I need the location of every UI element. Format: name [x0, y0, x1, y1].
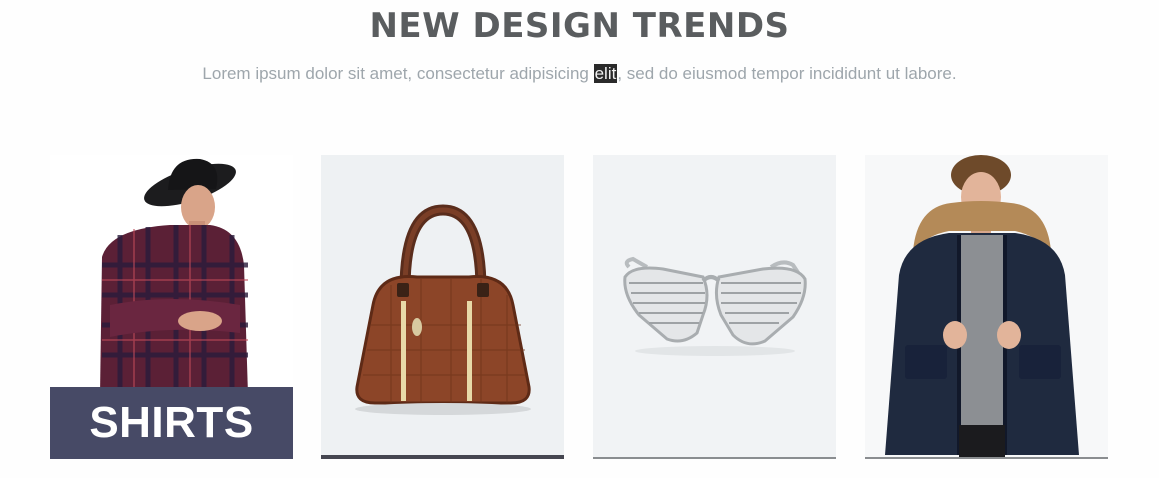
selected-text[interactable]: elit — [593, 64, 618, 83]
trends-section: NEW DESIGN TRENDS Lorem ipsum dolor sit … — [0, 0, 1159, 478]
man-in-navy-parka-jacket-image — [885, 155, 1079, 459]
subtitle-text-start: Lorem ipsum dolor sit amet, consectetur … — [202, 64, 594, 83]
section-title: NEW DESIGN TRENDS — [369, 6, 790, 46]
subtitle-text-end: , sed do eiusmod tempor incididunt ut la… — [617, 64, 957, 83]
product-card-shirts[interactable]: SHIRTS — [50, 155, 293, 459]
shutter-shades-sunglasses-image — [623, 256, 807, 356]
product-card-handbag[interactable] — [321, 155, 564, 459]
product-card-sunglasses[interactable] — [593, 155, 836, 459]
category-label[interactable]: SHIRTS — [50, 387, 293, 459]
product-card-jacket[interactable] — [865, 155, 1108, 459]
card-underline — [321, 455, 564, 459]
category-label-text: SHIRTS — [89, 398, 254, 447]
brown-leather-handbag-image — [355, 204, 531, 415]
card-underline — [865, 457, 1108, 459]
card-underline — [593, 457, 836, 459]
section-subtitle: Lorem ipsum dolor sit amet, consectetur … — [0, 62, 1159, 86]
